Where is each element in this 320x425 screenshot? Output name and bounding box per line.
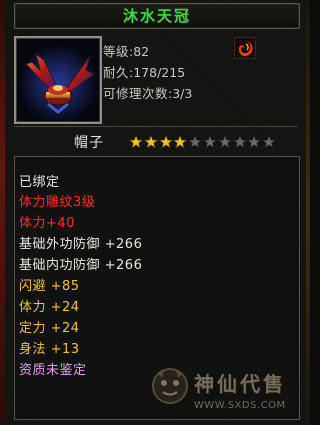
watermark-url: WWW.SXDS.COM	[194, 400, 286, 411]
repair-stat: 可修理次数:3/3	[103, 83, 192, 102]
star-empty-icon	[262, 135, 277, 149]
item-title: 沐水天冠	[122, 7, 191, 25]
repair-label: 可修理次数	[103, 86, 169, 101]
attr-line: 体力+40	[19, 216, 75, 231]
attr-line: 资质未鉴定	[19, 363, 87, 378]
durability-label: 耐久	[103, 65, 130, 80]
star-empty-icon	[188, 135, 203, 149]
mascot-logo-icon	[152, 368, 188, 404]
attr-line: 已绑定	[19, 175, 60, 190]
star-empty-icon	[247, 135, 262, 149]
attr-line: 定力 +24	[19, 321, 80, 336]
watermark: 神仙代售 WWW.SXDS.COM	[150, 366, 300, 418]
star-filled-icon	[158, 135, 173, 149]
star-filled-icon	[129, 135, 143, 149]
item-type-name: 帽子	[74, 135, 104, 151]
crown-helmet-icon	[18, 40, 98, 120]
item-tooltip-panel: 沐水天冠 等级:82 耐久:178/215 可修理次数:3/3 帽子 已绑定 体…	[0, 0, 310, 425]
attr-line: 体力雕纹3级	[19, 195, 96, 210]
level-value: :82	[129, 44, 150, 59]
repair-value: :3/3	[168, 86, 193, 101]
durability-stat: 耐久:178/215	[103, 62, 185, 81]
durability-value: :178/215	[129, 65, 186, 80]
item-type-row: 帽子	[14, 128, 298, 154]
right-border	[306, 0, 310, 425]
star-empty-icon	[232, 135, 247, 149]
star-filled-icon	[143, 135, 158, 149]
divider	[14, 126, 298, 127]
watermark-text: 神仙代售	[194, 372, 286, 396]
star-filled-icon	[173, 135, 188, 149]
left-border	[0, 0, 5, 425]
flame-swirl-icon	[234, 37, 256, 59]
attr-line: 基础内功防御 +266	[19, 258, 143, 273]
title-bar: 沐水天冠	[14, 3, 300, 29]
level-label: 等级	[103, 44, 130, 59]
star-empty-icon	[203, 135, 217, 149]
attr-line: 身法 +13	[19, 342, 80, 357]
attr-line: 基础外功防御 +266	[19, 237, 143, 252]
level-stat: 等级:82	[103, 41, 149, 60]
star-empty-icon	[217, 135, 232, 149]
attr-line: 体力 +24	[19, 300, 80, 315]
item-icon-slot[interactable]	[14, 36, 102, 124]
attr-line: 闪避 +85	[19, 279, 80, 294]
